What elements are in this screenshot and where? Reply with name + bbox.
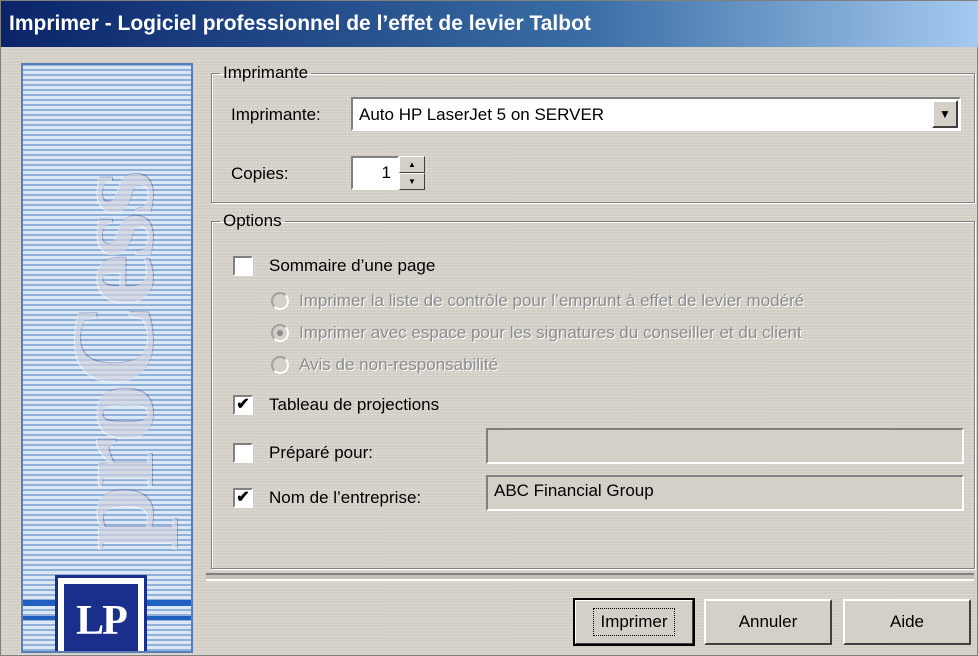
printer-group-legend: Imprimante — [223, 63, 309, 82]
prepared-for-label: Préparé pour: — [269, 443, 373, 462]
help-button[interactable]: Aide — [843, 599, 971, 645]
radio-signatures-label: Imprimer avec espace pour les signatures… — [299, 323, 802, 342]
radio-signatures[interactable] — [271, 324, 289, 342]
print-button[interactable]: Imprimer — [573, 598, 695, 646]
radio-disclaimer[interactable] — [271, 356, 289, 374]
radio-disclaimer-label: Avis de non-responsabilité — [299, 355, 499, 374]
print-dialog-window: Imprimer - Logiciel professionnel de l’e… — [0, 0, 978, 656]
footer-separator — [206, 573, 974, 581]
copies-input[interactable]: 1 — [351, 156, 399, 190]
title-bar[interactable]: Imprimer - Logiciel professionnel de l’e… — [1, 1, 978, 47]
lp-logo-text: LP — [64, 584, 138, 651]
projections-checkbox[interactable]: ✔ — [233, 395, 253, 415]
banner-watermark: proCess — [47, 174, 178, 552]
window-title: Imprimer - Logiciel professionnel de l’e… — [9, 12, 591, 35]
radio-checklist-label: Imprimer la liste de contrôle pour l’emp… — [299, 291, 805, 310]
spin-up-icon[interactable]: ▲ — [399, 156, 425, 173]
summary-label: Sommaire d’une page — [269, 256, 436, 275]
options-group-legend: Options — [223, 211, 282, 230]
side-banner: proCess LP — [21, 63, 193, 653]
radio-checklist[interactable] — [271, 292, 289, 310]
copies-label: Copies: — [231, 164, 289, 183]
printer-select-value: Auto HP LaserJet 5 on SERVER — [359, 105, 605, 124]
company-name-checkbox[interactable]: ✔ — [233, 488, 253, 508]
printer-group: Imprimante — [211, 63, 975, 203]
dropdown-arrow-icon[interactable]: ▼ — [932, 100, 958, 128]
company-name-label: Nom de l’entreprise: — [269, 488, 422, 507]
lp-logo: LP — [55, 575, 147, 651]
printer-label: Imprimante: — [231, 105, 321, 124]
prepared-for-input[interactable] — [486, 428, 964, 464]
summary-checkbox[interactable] — [233, 256, 253, 276]
cancel-button[interactable]: Annuler — [704, 599, 832, 645]
projections-label: Tableau de projections — [269, 395, 440, 414]
company-name-input[interactable]: ABC Financial Group — [486, 475, 964, 511]
print-button-label: Imprimer — [593, 608, 675, 636]
spin-down-icon[interactable]: ▼ — [399, 173, 425, 190]
prepared-for-checkbox[interactable] — [233, 443, 253, 463]
printer-select[interactable]: Auto HP LaserJet 5 on SERVER ▼ — [351, 97, 961, 131]
